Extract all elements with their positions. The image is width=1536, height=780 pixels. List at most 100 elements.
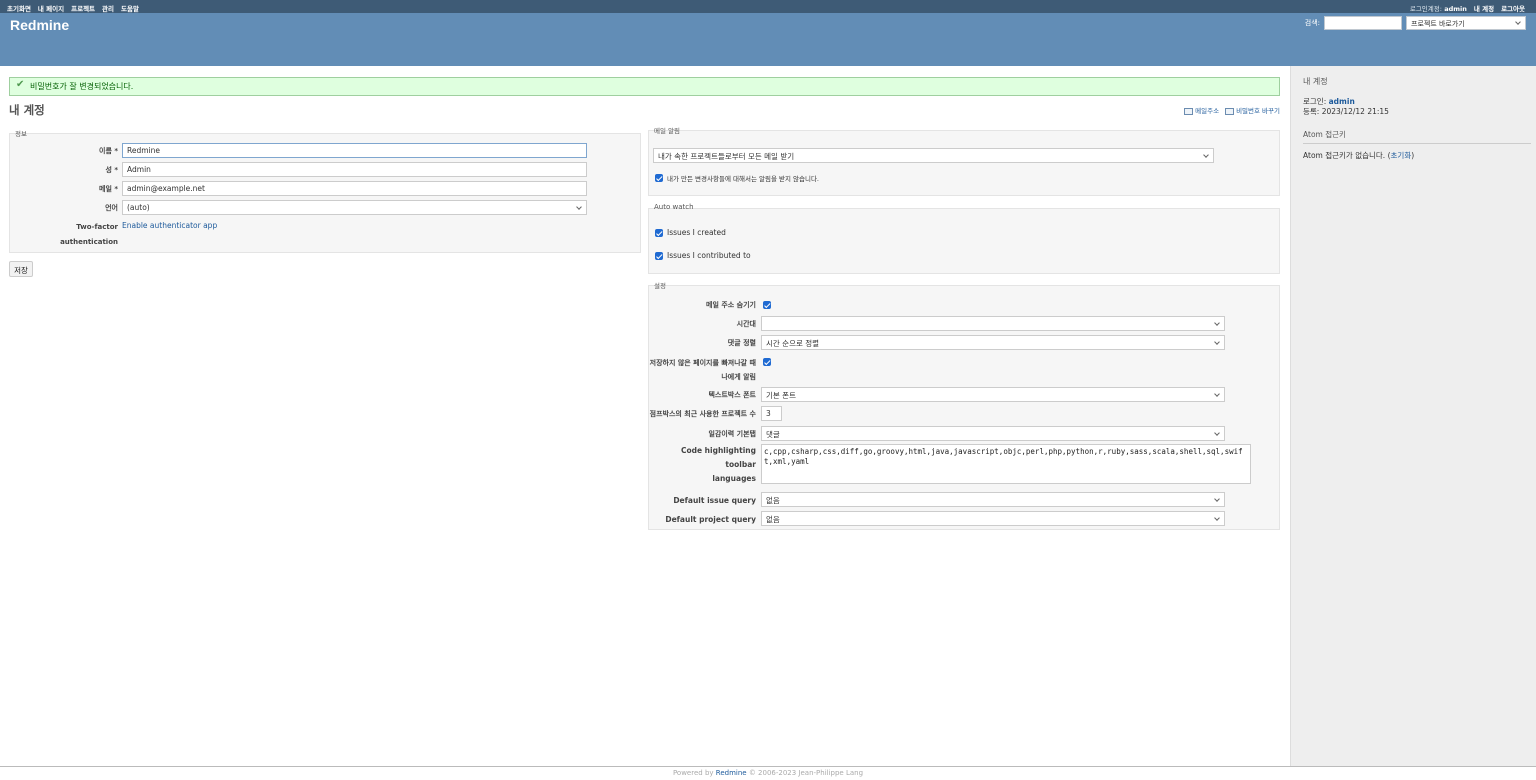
chevron-down-icon — [1214, 390, 1220, 397]
recently-used-label: 점프박스의 최근 사용한 프로젝트 수 — [649, 410, 756, 418]
checkmark-icon: ✔ — [16, 79, 25, 90]
footer-redmine-link[interactable]: Redmine — [716, 769, 747, 777]
email-addresses-label[interactable]: 메일주소 — [1195, 107, 1219, 115]
mail-label: 메일 * — [99, 185, 118, 193]
mail-input[interactable]: admin@example.net — [122, 181, 587, 196]
default-project-query-select[interactable]: 없음 — [761, 511, 1225, 526]
atom-reset-link[interactable]: 초기화 — [1391, 151, 1412, 160]
twofa-row: Two-factor authentication Enable authent… — [10, 219, 640, 249]
warn-unsaved-label: 저장하지 않은 페이지를 빠져나갈 때 나에게 알림 — [650, 356, 756, 384]
chevron-down-icon — [576, 203, 582, 210]
atom-key-info: Atom 접근키가 없습니다. (초기화) — [1303, 150, 1530, 161]
toolbar-languages-textarea[interactable]: c,cpp,csharp,css,diff,go,groovy,html,jav… — [761, 444, 1251, 484]
quick-search: 검색: 프로젝트 바로가기 — [1305, 16, 1526, 30]
language-select[interactable]: (auto) — [122, 200, 587, 215]
no-self-notified-checkbox[interactable] — [655, 174, 663, 182]
comments-order-value: 시간 순으로 정렬 — [766, 339, 820, 348]
recently-used-input[interactable]: 3 — [761, 406, 782, 421]
language-label: 언어 — [105, 204, 118, 212]
mail-notification-fieldset: 메일 알림 내가 속한 프로젝트들로부터 모든 메일 받기 내가 만든 변경사항… — [648, 127, 1280, 196]
top-menu-my-account[interactable]: 내 계정 — [1474, 3, 1494, 13]
default-project-query-label: Default project query — [665, 515, 756, 524]
hide-mail-label: 메일 주소 숨기기 — [706, 301, 756, 309]
issues-contributed-checkbox[interactable] — [655, 252, 663, 260]
history-tab-label: 일감이력 기본탭 — [708, 430, 756, 438]
history-tab-select[interactable]: 댓글 — [761, 426, 1225, 441]
atom-key-heading: Atom 접근키 — [1303, 129, 1531, 144]
top-menu-projects[interactable]: 프로젝트 — [71, 3, 95, 13]
history-tab-value: 댓글 — [766, 430, 780, 439]
page-title: 내 계정 — [9, 103, 45, 117]
chevron-down-icon — [1214, 429, 1220, 436]
firstname-input[interactable]: Redmine — [122, 143, 587, 158]
default-issue-query-label: Default issue query — [673, 496, 756, 505]
flash-notice: ✔ 비밀번호가 잘 변경되었습니다. — [9, 77, 1280, 96]
hide-mail-checkbox[interactable] — [763, 301, 771, 309]
textarea-font-label: 텍스트박스 폰트 — [708, 391, 756, 399]
auto-watch-legend: Auto watch — [654, 203, 694, 211]
login-label: 로그인: — [1303, 97, 1327, 106]
twofa-label-line1: Two-factor — [76, 223, 118, 231]
lastname-label: 성 * — [105, 166, 118, 174]
timezone-label: 시간대 — [736, 320, 756, 328]
sidebar: 내 계정 로그인: admin 등록: 2023/12/12 21:15 Ato… — [1290, 66, 1536, 766]
issues-created-checkbox[interactable] — [655, 229, 663, 237]
project-jump-label: 프로젝트 바로가기 — [1411, 20, 1465, 28]
enable-authenticator-link[interactable]: Enable authenticator app — [122, 221, 217, 230]
mail-notification-select[interactable]: 내가 속한 프로젝트들로부터 모든 메일 받기 — [653, 148, 1214, 163]
footer-powered-by: Powered by — [672, 769, 714, 777]
firstname-label: 이름 * — [99, 147, 118, 155]
warn-unsaved-label-line2: 나에게 알림 — [721, 373, 756, 381]
top-menu-right: 로그인계정: admin 내 계정 로그아웃 — [1410, 3, 1525, 13]
footer-copyright: © 2006-2023 Jean-Philippe Lang — [748, 769, 864, 777]
chevron-down-icon — [1515, 19, 1521, 25]
lastname-input[interactable]: Admin — [122, 162, 587, 177]
logged-user-link[interactable]: admin — [1444, 5, 1467, 13]
toolbar-lang-label: Code highlighting toolbar languages — [649, 444, 756, 486]
toolbar-lang-label-line1: Code highlighting toolbar — [680, 446, 756, 469]
registered-value: 2023/12/12 21:15 — [1321, 107, 1389, 116]
default-issue-query-select[interactable]: 없음 — [761, 492, 1225, 507]
issues-contributed-label: Issues I contributed to — [667, 251, 751, 260]
change-password-link[interactable]: 비밀번호 바꾸기 — [1225, 105, 1280, 115]
preferences-legend: 설정 — [654, 282, 666, 290]
logged-as-label: 로그인계정: — [1409, 5, 1442, 13]
textarea-font-select[interactable]: 기본 폰트 — [761, 387, 1225, 402]
top-menu-administration[interactable]: 관리 — [102, 3, 114, 13]
top-menu-help[interactable]: 도움말 — [121, 3, 139, 13]
change-password-label[interactable]: 비밀번호 바꾸기 — [1236, 107, 1280, 115]
atom-reset-close: ) — [1411, 151, 1415, 160]
lastname-row: 성 * Admin — [10, 162, 640, 178]
login-user-link[interactable]: admin — [1329, 97, 1355, 106]
logged-as: 로그인계정: admin — [1410, 3, 1467, 13]
chevron-down-icon — [1214, 338, 1220, 345]
chevron-down-icon — [1203, 151, 1209, 158]
email-addresses-link[interactable]: 메일주소 — [1184, 105, 1219, 115]
search-input[interactable] — [1324, 16, 1402, 30]
top-menu-logout[interactable]: 로그아웃 — [1501, 3, 1525, 13]
warn-unsaved-label-line1: 저장하지 않은 페이지를 빠져나갈 때 — [649, 359, 756, 367]
comments-order-select[interactable]: 시간 순으로 정렬 — [761, 335, 1225, 350]
save-button[interactable]: 저장 — [9, 261, 33, 277]
info-legend: 정보 — [15, 130, 27, 138]
top-menu-my-page[interactable]: 내 페이지 — [38, 3, 64, 13]
comments-order-label: 댓글 정렬 — [727, 339, 756, 347]
project-jump-select[interactable]: 프로젝트 바로가기 — [1406, 16, 1526, 30]
mail-row: 메일 * admin@example.net — [10, 181, 640, 197]
chevron-down-icon — [1214, 319, 1220, 326]
preferences-fieldset: 설정 메일 주소 숨기기 시간대 댓글 정렬 시간 순으로 정렬 저장하지 않은… — [648, 282, 1280, 530]
top-menu-home[interactable]: 초기화면 — [7, 3, 31, 13]
default-issue-query-value: 없음 — [766, 496, 780, 505]
atom-key-text: Atom 접근키가 없습니다. — [1303, 151, 1386, 160]
header: Redmine 검색: 프로젝트 바로가기 — [0, 13, 1536, 66]
email-icon — [1184, 107, 1194, 115]
warn-unsaved-checkbox[interactable] — [763, 358, 771, 366]
footer: Powered by Redmine © 2006-2023 Jean-Phil… — [0, 766, 1536, 780]
default-project-query-value: 없음 — [766, 515, 780, 524]
sidebar-title: 내 계정 — [1303, 77, 1328, 86]
timezone-select[interactable] — [761, 316, 1225, 331]
twofa-label-line2: authentication — [60, 238, 118, 246]
chevron-down-icon — [1214, 495, 1220, 502]
main-content: ✔ 비밀번호가 잘 변경되었습니다. 내 계정 메일주소 비밀번호 바꾸기 정보… — [0, 66, 1290, 766]
sidebar-login-info: 로그인: admin 등록: 2023/12/12 21:15 — [1303, 97, 1530, 117]
